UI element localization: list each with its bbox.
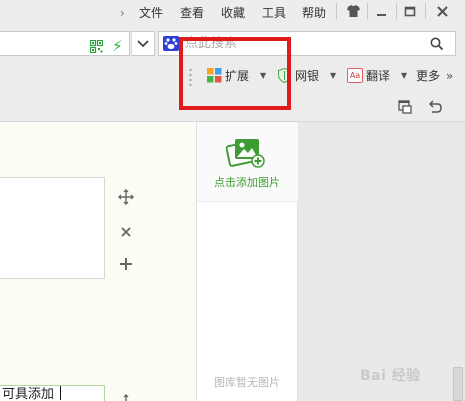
menu-file[interactable]: 文件 [139, 5, 163, 21]
minimize-icon [376, 14, 386, 16]
lightning-icon[interactable]: ⚡ [112, 38, 124, 54]
more-chevron-icon[interactable]: » [446, 67, 453, 85]
menu-divider [336, 3, 337, 19]
search-icon[interactable] [430, 37, 444, 51]
move-icon[interactable] [118, 189, 134, 205]
add-image-button[interactable]: 点击添加图片 [197, 122, 299, 202]
menu-tools[interactable]: 工具 [262, 5, 286, 21]
add-image-label: 点击添加图片 [214, 176, 280, 189]
text-box-content: 可具添加 [2, 387, 55, 401]
maximize-button[interactable] [397, 1, 423, 21]
more-button[interactable]: 更多 [416, 67, 440, 85]
watermark: Bai 经验 [360, 368, 421, 384]
window-divider [425, 3, 426, 19]
empty-gallery-label: 图库暂无图片 [214, 376, 280, 389]
translate-caret-icon[interactable]: ▼ [401, 67, 407, 85]
delete-icon[interactable] [120, 226, 132, 238]
address-dropdown-button[interactable] [131, 31, 155, 56]
image-panel: 点击添加图片 图库暂无图片 [196, 122, 299, 401]
url-input[interactable]: ⚡ [0, 31, 130, 56]
tshirt-icon [346, 5, 360, 17]
translate-icon[interactable]: Aa [347, 68, 363, 83]
canvas-background: Bai 经验 [298, 122, 465, 401]
netbank-caret-icon[interactable]: ▼ [330, 67, 336, 85]
menu-favorites[interactable]: 收藏 [221, 5, 245, 21]
copy-window-icon[interactable] [398, 100, 413, 115]
menu-view[interactable]: 查看 [180, 5, 204, 21]
editor-area: 可具添加 [0, 122, 196, 401]
qr-code-icon[interactable] [90, 40, 103, 53]
text-box-input[interactable]: 可具添加 [0, 385, 105, 401]
menu-bar: › 文件 查看 收藏 工具 帮助 [0, 0, 465, 28]
add-icon[interactable] [119, 257, 133, 271]
translate-button[interactable]: 翻译 [366, 67, 390, 85]
maximize-icon [404, 6, 416, 17]
skin-button[interactable] [340, 1, 366, 21]
highlight-annotation [179, 37, 291, 110]
scrollbar-thumb[interactable] [453, 367, 463, 401]
move-icon-partial[interactable] [118, 394, 134, 401]
text-cursor [60, 386, 62, 400]
close-icon [436, 6, 448, 17]
add-picture-icon [226, 139, 265, 168]
chevron-down-icon [137, 40, 149, 48]
minimize-button[interactable] [368, 1, 394, 21]
baidu-logo-icon [163, 36, 179, 51]
undo-icon[interactable] [427, 100, 442, 114]
netbank-button[interactable]: 网银 [295, 67, 319, 85]
menu-help[interactable]: 帮助 [302, 5, 326, 21]
chevron-right-icon[interactable]: › [120, 5, 130, 21]
text-box[interactable] [0, 177, 105, 279]
close-button[interactable] [429, 1, 455, 21]
